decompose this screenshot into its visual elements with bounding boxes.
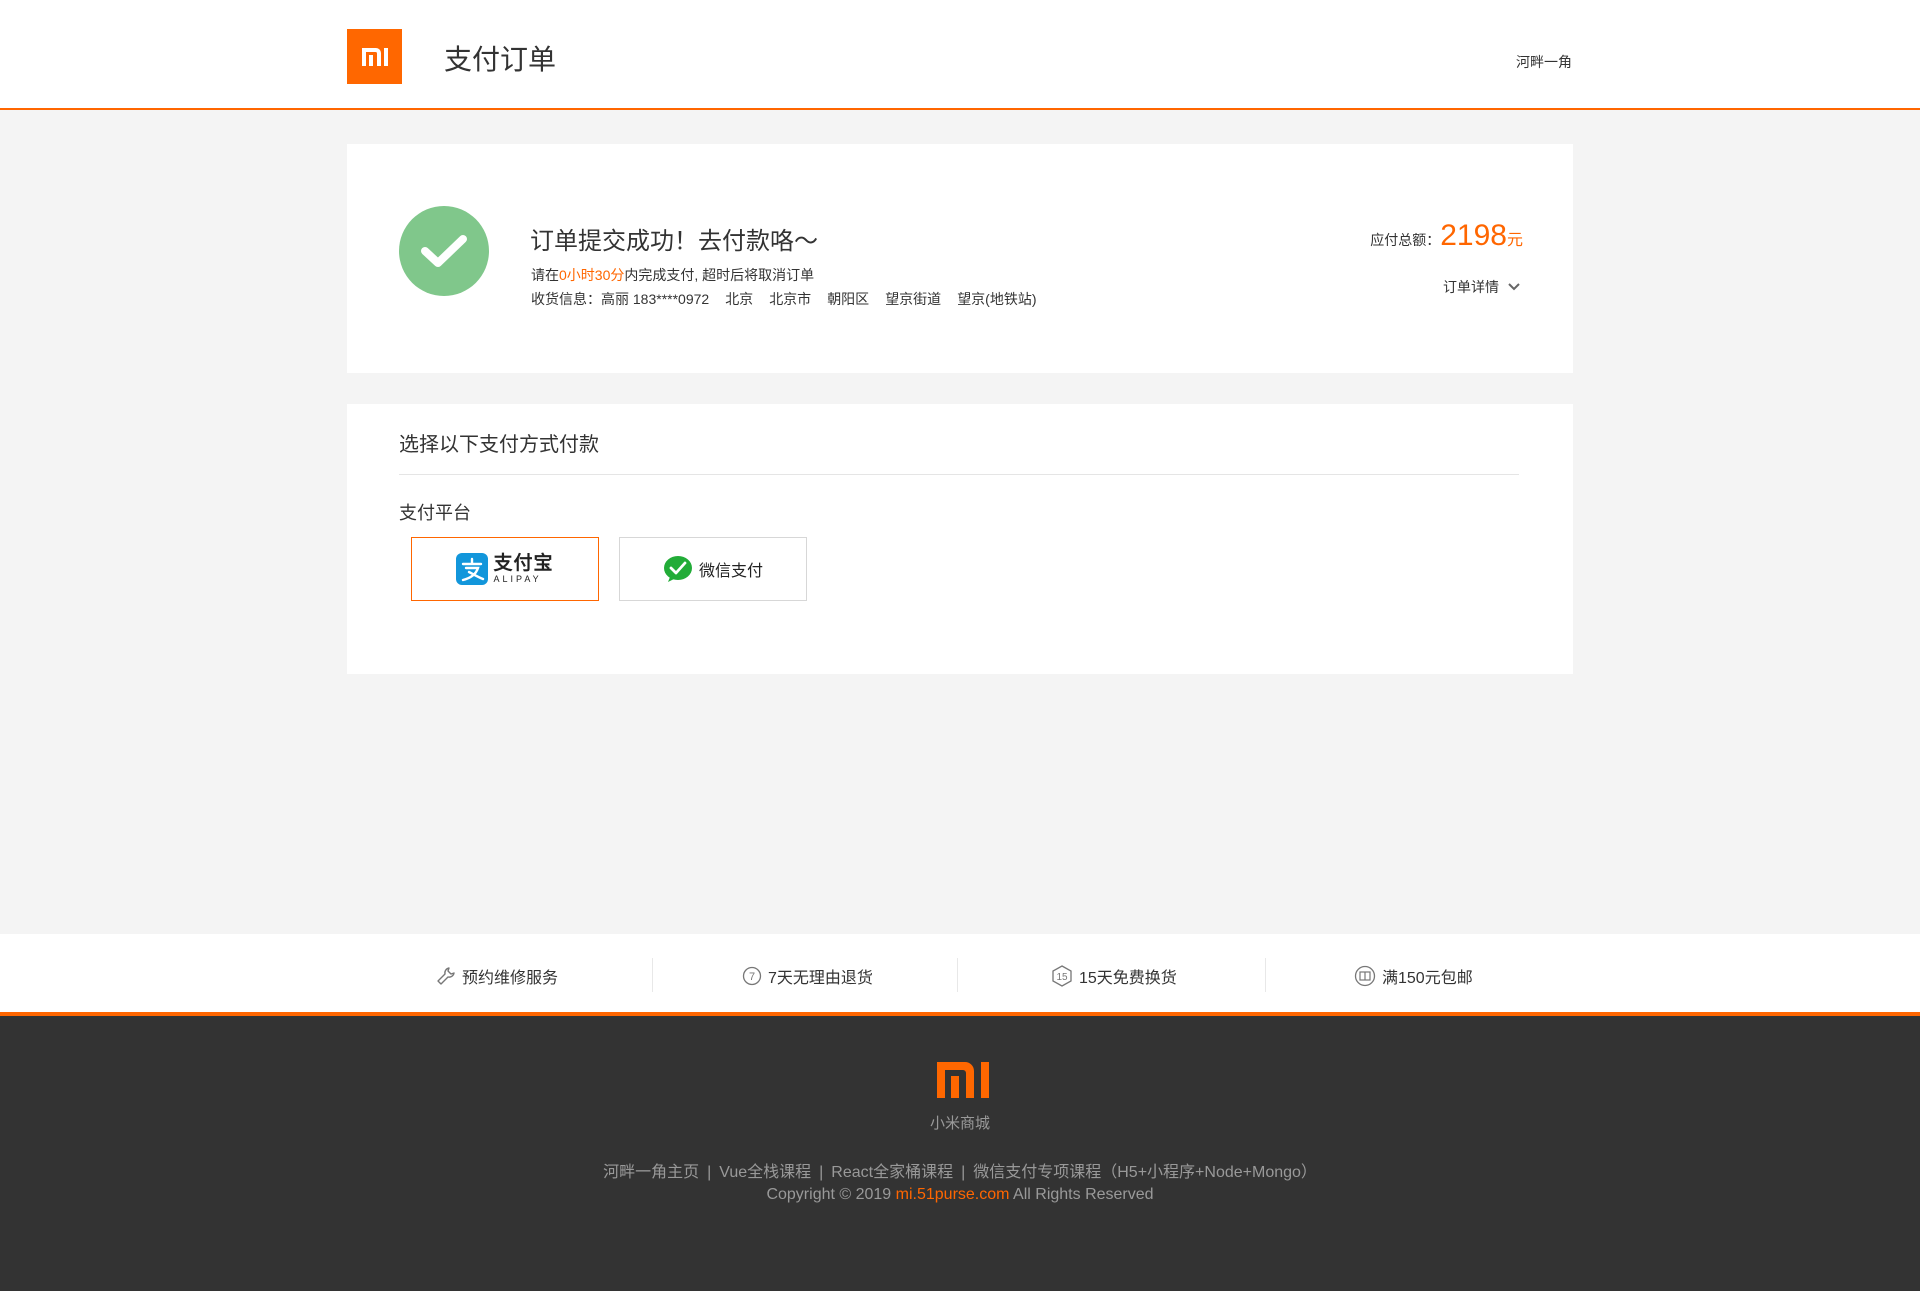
wechat-pay-icon [663,556,692,582]
mi-logo-icon [361,47,388,66]
service-exchange-label: 15天免费换货 [1079,970,1177,987]
footer-mi-logo [937,1062,991,1103]
success-check-icon [399,206,489,296]
divider [399,474,1519,475]
payment-method-card: 选择以下支付方式付款 支付平台 支付宝 ALIPAY 微信支付 [347,404,1573,674]
mi-logo-icon [937,1062,989,1098]
page-title: 支付订单 [444,44,557,75]
order-detail-label: 订单详情 [1443,279,1499,295]
payment-deadline-text: 请在0小时30分内完成支付, 超时后将取消订单 [531,265,814,285]
total-label: 应付总额： [1370,232,1441,248]
alipay-button[interactable]: 支付宝 ALIPAY [411,537,599,601]
alipay-en-label: ALIPAY [493,574,542,584]
address-city: 北京市 [769,291,812,307]
copyright-prefix: Copyright © 2019 [766,1186,892,1203]
address-province: 北京 [725,291,754,307]
service-exchange[interactable]: 15 15天免费换货 [1051,964,1177,988]
page-header: 支付订单 河畔一角 [0,0,1920,110]
footer-link-wechat-course[interactable]: 微信支付专项课程（H5+小程序+Node+Mongo） [973,1164,1317,1181]
user-name[interactable]: 河畔一角 [1516,52,1572,72]
service-repair-label: 预约维修服务 [462,970,559,987]
svg-text:7: 7 [749,971,755,983]
service-divider [1265,958,1266,992]
shipping-info: 收货信息：高丽 183****0972 北京 北京市 朝阳区 望京街道 望京(地铁站) [531,289,1037,309]
address-street: 望京街道 [885,291,942,307]
copyright-suffix: All Rights Reserved [1013,1186,1154,1203]
footer-link-home[interactable]: 河畔一角主页 [603,1164,699,1181]
seven-day-icon: 7 [742,966,762,986]
service-divider [652,958,653,992]
address-detail: 望京(地铁站) [957,291,1037,307]
free-shipping-icon [1354,965,1376,987]
service-bar: 预约维修服务 7 7天无理由退货 15 15天免费换货 满150元包邮 [0,934,1920,1016]
shipping-label: 收货信息： [531,291,601,307]
footer-links: 河畔一角主页 | Vue全栈课程 | React全家桶课程 | 微信支付专项课程（H5+小程… [0,1158,1920,1182]
payment-heading: 选择以下支付方式付款 [399,434,599,456]
chevron-down-icon [1508,283,1520,291]
service-divider [957,958,958,992]
mi-logo[interactable] [347,29,402,84]
copyright-site-link[interactable]: mi.51purse.com [896,1186,1010,1203]
alipay-logo: 支付宝 ALIPAY [456,553,553,585]
alipay-icon [456,553,489,585]
deadline-suffix: 内完成支付, 超时后将取消订单 [624,267,815,283]
svg-text:15: 15 [1056,972,1068,983]
wechat-pay-logo: 微信支付 [663,555,763,583]
link-separator: | [707,1164,712,1181]
service-return[interactable]: 7 7天无理由退货 [742,964,873,988]
footer-link-react[interactable]: React全家桶课程 [831,1164,953,1181]
fifteen-day-icon: 15 [1052,965,1072,987]
total-unit: 元 [1506,232,1523,249]
link-separator: | [819,1164,824,1181]
total-amount: 2198 [1440,219,1507,252]
address-district: 朝阳区 [827,291,870,307]
page-footer: 小米商城 河畔一角主页 | Vue全栈课程 | React全家桶课程 | 微信支付专项课程（… [0,1016,1920,1291]
link-separator: | [961,1164,966,1181]
service-repair[interactable]: 预约维修服务 [436,964,558,988]
platform-label: 支付平台 [399,503,471,523]
deadline-prefix: 请在 [531,267,559,283]
copyright: Copyright © 2019 mi.51purse.com All Righ… [0,1186,1920,1204]
wechat-pay-label: 微信支付 [698,563,763,580]
service-shipping-label: 满150元包邮 [1382,970,1473,987]
wechat-pay-button[interactable]: 微信支付 [619,537,807,601]
shipping-name-phone: 高丽 183****0972 [601,291,710,307]
deadline-time: 0小时30分 [559,267,625,283]
footer-link-vue[interactable]: Vue全栈课程 [719,1164,811,1181]
wrench-icon [437,967,455,985]
order-summary-card: 订单提交成功！去付款咯～ 请在0小时30分内完成支付, 超时后将取消订单 收货信… [347,144,1573,373]
service-return-label: 7天无理由退货 [768,970,873,987]
order-total: 应付总额：2198元 [1370,219,1523,253]
service-shipping[interactable]: 满150元包邮 [1354,964,1473,988]
order-detail-toggle[interactable]: 订单详情 [1443,277,1521,297]
order-success-title: 订单提交成功！去付款咯～ [530,228,818,255]
alipay-cn-label: 支付宝 [493,553,554,574]
footer-brand: 小米商城 [929,1115,990,1132]
